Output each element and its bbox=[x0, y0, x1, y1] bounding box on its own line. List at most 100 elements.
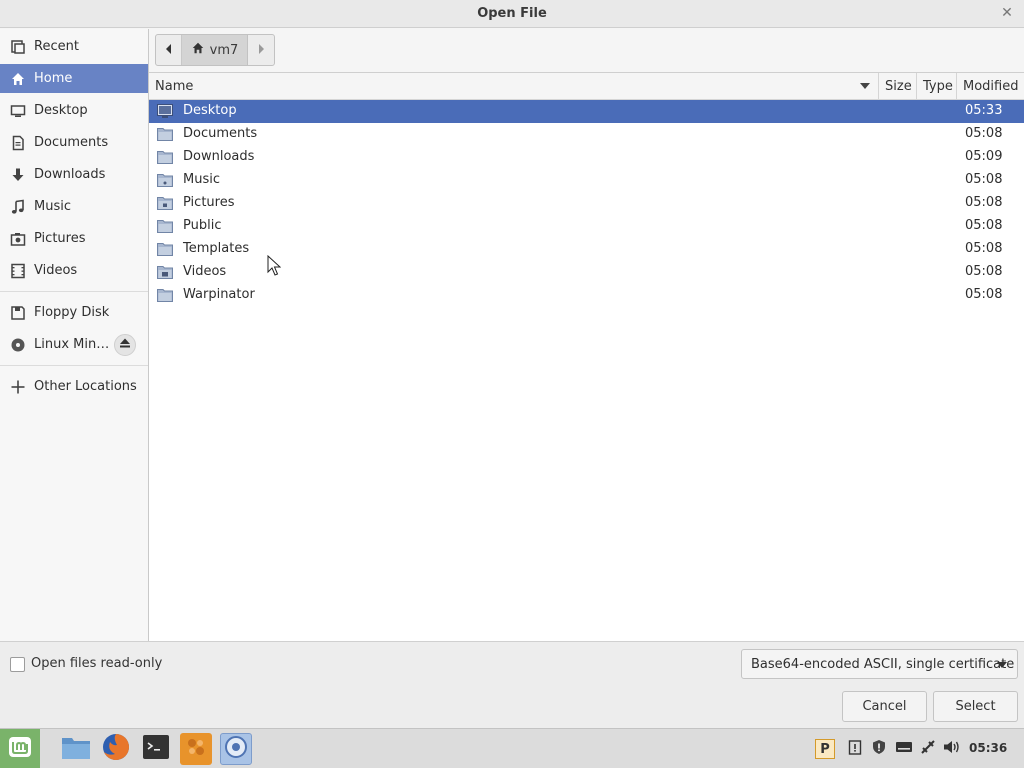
sidebar-item-documents[interactable]: Documents bbox=[0, 128, 148, 157]
templates-folder-icon bbox=[157, 242, 173, 256]
cancel-button[interactable]: Cancel bbox=[842, 691, 927, 722]
sidebar-item-downloads[interactable]: Downloads bbox=[0, 160, 148, 189]
documents-icon bbox=[10, 135, 26, 151]
chevron-down-icon bbox=[997, 662, 1007, 668]
file-name: Public bbox=[183, 218, 222, 233]
home-icon bbox=[10, 71, 26, 87]
browser-icon bbox=[223, 734, 249, 764]
network-icon bbox=[920, 739, 936, 759]
sidebar-item-label: Documents bbox=[34, 135, 109, 150]
places-sidebar: Recent Home Desktop Documents Downloads bbox=[0, 29, 149, 641]
close-button[interactable]: ✕ bbox=[998, 4, 1016, 22]
chevron-right-icon bbox=[257, 43, 265, 58]
disc-icon bbox=[10, 337, 26, 353]
eject-button[interactable] bbox=[114, 334, 136, 356]
column-name-label: Name bbox=[155, 79, 194, 94]
table-row[interactable]: Desktop 05:33 bbox=[149, 100, 1024, 123]
column-size-label: Size bbox=[885, 79, 912, 94]
file-modified: 05:08 bbox=[965, 241, 1003, 256]
sidebar-item-music[interactable]: Music bbox=[0, 192, 148, 221]
path-bar: vm7 bbox=[155, 34, 275, 66]
plus-icon bbox=[10, 379, 26, 395]
files-icon bbox=[61, 734, 91, 764]
column-modified-label: Modified bbox=[963, 79, 1019, 94]
table-row[interactable]: Pictures 05:08 bbox=[149, 192, 1024, 215]
files-launcher[interactable] bbox=[60, 733, 92, 765]
recent-icon bbox=[10, 39, 26, 55]
home-icon bbox=[191, 41, 205, 59]
clock[interactable]: 05:36 bbox=[969, 741, 1007, 755]
terminal-launcher[interactable] bbox=[140, 733, 172, 765]
sidebar-item-other-locations[interactable]: Other Locations bbox=[0, 372, 148, 401]
sidebar-item-label: Desktop bbox=[34, 103, 88, 118]
table-row[interactable]: Documents 05:08 bbox=[149, 123, 1024, 146]
documents-folder-icon bbox=[157, 127, 173, 141]
path-back-button[interactable] bbox=[156, 35, 182, 65]
notes-tray-button[interactable] bbox=[845, 739, 865, 759]
sidebar-item-label: Videos bbox=[34, 263, 78, 278]
file-modified: 05:08 bbox=[965, 218, 1003, 233]
sidebar-item-label: Linux Min… bbox=[34, 337, 110, 352]
app-launcher[interactable] bbox=[180, 733, 212, 765]
file-modified: 05:08 bbox=[965, 287, 1003, 302]
readonly-label[interactable]: Open files read-only bbox=[31, 656, 162, 671]
shield-tray-button[interactable] bbox=[869, 739, 889, 759]
path-forward-button[interactable] bbox=[248, 35, 274, 65]
file-name: Downloads bbox=[183, 149, 255, 164]
dialog-title: Open File bbox=[477, 6, 547, 21]
warpinator-folder-icon bbox=[157, 288, 173, 302]
column-type[interactable]: Type bbox=[917, 73, 957, 100]
table-row[interactable]: Public 05:08 bbox=[149, 215, 1024, 238]
file-type-filter-select[interactable]: Base64-encoded ASCII, single certificate bbox=[741, 649, 1018, 679]
file-modified: 05:08 bbox=[965, 195, 1003, 210]
mint-menu-button[interactable] bbox=[0, 729, 40, 768]
column-modified[interactable]: Modified bbox=[957, 73, 1024, 100]
browser-launcher[interactable] bbox=[220, 733, 252, 765]
sidebar-item-desktop[interactable]: Desktop bbox=[0, 96, 148, 125]
firefox-launcher[interactable] bbox=[100, 733, 132, 765]
path-home-button[interactable]: vm7 bbox=[182, 35, 248, 65]
close-icon: ✕ bbox=[1001, 5, 1013, 21]
sidebar-item-recent[interactable]: Recent bbox=[0, 32, 148, 61]
table-row[interactable]: Music 05:08 bbox=[149, 169, 1024, 192]
sidebar-item-floppy-disk[interactable]: Floppy Disk bbox=[0, 298, 148, 327]
sort-arrow-icon bbox=[860, 83, 870, 89]
terminal-icon bbox=[142, 734, 170, 764]
file-name: Desktop bbox=[183, 103, 237, 118]
sidebar-item-label: Other Locations bbox=[34, 379, 137, 394]
shield-icon bbox=[871, 739, 887, 759]
sidebar-item-videos[interactable]: Videos bbox=[0, 256, 148, 285]
select-button[interactable]: Select bbox=[933, 691, 1018, 722]
file-list: Name Size Type Modified Desktop 05:33 Do… bbox=[149, 72, 1024, 641]
table-row[interactable]: Warpinator 05:08 bbox=[149, 284, 1024, 307]
file-name: Templates bbox=[183, 241, 250, 256]
p-tray-button[interactable]: P bbox=[815, 739, 835, 759]
sidebar-item-pictures[interactable]: Pictures bbox=[0, 224, 148, 253]
table-row[interactable]: Downloads 05:09 bbox=[149, 146, 1024, 169]
network-tray-button[interactable] bbox=[918, 739, 938, 759]
readonly-checkbox[interactable] bbox=[10, 657, 25, 672]
eject-icon bbox=[119, 337, 131, 353]
column-name[interactable]: Name bbox=[149, 73, 879, 100]
mouse-pointer-icon bbox=[267, 254, 282, 277]
downloads-folder-icon bbox=[157, 150, 173, 164]
music-folder-icon bbox=[157, 173, 173, 187]
p-icon: P bbox=[820, 741, 830, 757]
volume-tray-button[interactable] bbox=[942, 739, 962, 759]
column-type-label: Type bbox=[923, 79, 953, 94]
keyboard-tray-button[interactable] bbox=[894, 739, 914, 759]
sidebar-divider bbox=[0, 291, 148, 292]
desktop-icon bbox=[10, 103, 26, 119]
file-modified: 05:08 bbox=[965, 126, 1003, 141]
mint-logo-icon bbox=[7, 734, 33, 764]
sidebar-item-label: Pictures bbox=[34, 231, 86, 246]
file-modified: 05:33 bbox=[965, 103, 1003, 118]
sidebar-item-home[interactable]: Home bbox=[0, 64, 148, 93]
file-modified: 05:08 bbox=[965, 172, 1003, 187]
chevron-left-icon bbox=[165, 43, 173, 58]
floppy-icon bbox=[10, 305, 26, 321]
filter-value: Base64-encoded ASCII, single certificate bbox=[751, 656, 1015, 672]
column-size[interactable]: Size bbox=[879, 73, 917, 100]
sidebar-item-label: Music bbox=[34, 199, 71, 214]
pictures-folder-icon bbox=[157, 196, 173, 210]
